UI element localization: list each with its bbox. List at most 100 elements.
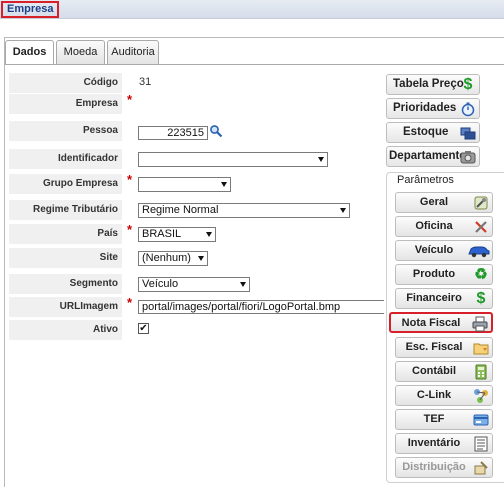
oficina-label: Oficina bbox=[415, 220, 453, 232]
segmento-label: Segmento bbox=[9, 274, 122, 294]
grupo-empresa-select[interactable] bbox=[138, 177, 231, 192]
veiculo-button[interactable]: Veículo bbox=[395, 240, 493, 261]
car-icon bbox=[467, 243, 491, 259]
pais-label: País bbox=[9, 224, 122, 244]
row-empresa: Empresa * bbox=[9, 92, 384, 114]
nota-fiscal-label: Nota Fiscal bbox=[401, 317, 461, 329]
esc-fiscal-label: Esc. Fiscal bbox=[405, 341, 463, 353]
codigo-value: 31 bbox=[139, 76, 152, 88]
pessoa-input[interactable]: 223515 bbox=[138, 126, 208, 140]
row-url-imagem: URLImagem * portal/images/portal/fiori/L… bbox=[9, 295, 384, 317]
row-identificador: Identificador bbox=[9, 149, 384, 169]
dollar-icon: $ bbox=[463, 76, 473, 93]
nota-fiscal-button[interactable]: Nota Fiscal bbox=[389, 312, 493, 333]
row-regime-tributario: Regime Tributário Regime Normal bbox=[9, 200, 384, 220]
dollar-icon: $ bbox=[476, 290, 486, 307]
wrench-icon bbox=[473, 219, 489, 235]
produto-button[interactable]: Produto ♻ bbox=[395, 264, 493, 285]
camera-icon bbox=[460, 149, 476, 165]
tab-moeda[interactable]: Moeda bbox=[56, 40, 105, 64]
chevron-down-icon bbox=[198, 256, 204, 261]
estoque-button[interactable]: Estoque bbox=[386, 122, 480, 143]
url-imagem-label: URLImagem bbox=[9, 297, 122, 317]
row-pais: País * BRASIL bbox=[9, 222, 384, 244]
site-label: Site bbox=[9, 248, 122, 268]
identificador-label: Identificador bbox=[9, 149, 122, 169]
estoque-label: Estoque bbox=[403, 126, 449, 138]
tab-divider bbox=[5, 64, 504, 65]
row-codigo: Código 31 bbox=[9, 73, 384, 93]
row-ativo: Ativo ✔ bbox=[9, 320, 384, 340]
distribuicao-label: Distribuição bbox=[402, 461, 466, 473]
network-icon bbox=[473, 388, 489, 404]
esc-fiscal-button[interactable]: Esc. Fiscal bbox=[395, 337, 493, 358]
c-link-label: C-Link bbox=[416, 389, 452, 401]
ativo-label: Ativo bbox=[9, 320, 122, 340]
chevron-down-icon bbox=[240, 282, 246, 287]
calculator-icon bbox=[473, 364, 489, 380]
regime-tributario-select[interactable]: Regime Normal bbox=[138, 203, 350, 218]
financeiro-button[interactable]: Financeiro $ bbox=[395, 288, 493, 309]
chevron-down-icon bbox=[221, 182, 227, 187]
row-grupo-empresa: Grupo Empresa * bbox=[9, 172, 384, 194]
veiculo-label: Veículo bbox=[414, 244, 454, 256]
folder-icon bbox=[473, 340, 489, 356]
distribution-icon bbox=[473, 460, 489, 476]
tef-label: TEF bbox=[423, 413, 445, 425]
tab-auditoria[interactable]: Auditoria bbox=[107, 40, 159, 64]
pais-value: BRASIL bbox=[142, 228, 182, 240]
page-title: Empresa bbox=[1, 1, 60, 18]
inventario-label: Inventário bbox=[407, 437, 461, 449]
departamento-button[interactable]: Departamento bbox=[386, 146, 480, 167]
required-marker: * bbox=[127, 92, 133, 107]
tabela-preco-button[interactable]: Tabela Preço $ bbox=[386, 74, 480, 95]
stack-icon bbox=[460, 125, 476, 141]
tab-dados[interactable]: Dados bbox=[5, 40, 54, 65]
departamento-label: Departamento bbox=[389, 150, 467, 162]
inventario-button[interactable]: Inventário bbox=[395, 433, 493, 454]
tools-icon bbox=[473, 195, 489, 211]
url-imagem-input[interactable]: portal/images/portal/fiori/LogoPortal.bm… bbox=[138, 300, 384, 314]
required-marker: * bbox=[127, 172, 133, 187]
search-icon[interactable] bbox=[209, 124, 223, 138]
required-marker: * bbox=[127, 295, 133, 310]
pais-select[interactable]: BRASIL bbox=[138, 227, 216, 242]
geral-label: Geral bbox=[419, 196, 449, 208]
segmento-value: Veículo bbox=[142, 278, 179, 290]
identificador-select[interactable] bbox=[138, 152, 328, 167]
site-select[interactable]: (Nenhum) bbox=[138, 251, 208, 266]
prioridades-label: Prioridades bbox=[393, 102, 457, 114]
chevron-down-icon bbox=[318, 157, 324, 162]
row-segmento: Segmento Veículo bbox=[9, 274, 384, 294]
row-site: Site (Nenhum) bbox=[9, 248, 384, 268]
grupo-empresa-label: Grupo Empresa bbox=[9, 174, 122, 194]
produto-label: Produto bbox=[412, 268, 456, 280]
site-value: (Nenhum) bbox=[142, 252, 191, 264]
segmento-select[interactable]: Veículo bbox=[138, 277, 250, 292]
oficina-button[interactable]: Oficina bbox=[395, 216, 493, 237]
empresa-label: Empresa bbox=[9, 94, 122, 114]
chevron-down-icon bbox=[340, 208, 346, 213]
recycle-icon: ♻ bbox=[474, 266, 488, 283]
stopwatch-icon bbox=[460, 101, 476, 117]
codigo-label: Código bbox=[9, 73, 122, 93]
chevron-down-icon bbox=[206, 232, 212, 237]
row-pessoa: Pessoa 223515 bbox=[9, 121, 384, 141]
prioridades-button[interactable]: Prioridades bbox=[386, 98, 480, 119]
tef-button[interactable]: TEF bbox=[395, 409, 493, 430]
c-link-button[interactable]: C-Link bbox=[395, 385, 493, 406]
card-icon bbox=[473, 412, 489, 428]
tabela-preco-label: Tabela Preço bbox=[393, 78, 464, 90]
title-bar: Empresa bbox=[0, 0, 504, 19]
parametros-title: Parâmetros bbox=[397, 174, 454, 186]
required-marker: * bbox=[127, 222, 133, 237]
regime-tributario-label: Regime Tributário bbox=[9, 200, 122, 220]
distribuicao-button[interactable]: Distribuição bbox=[395, 457, 493, 478]
regime-tributario-value: Regime Normal bbox=[142, 204, 219, 216]
printer-icon bbox=[472, 316, 488, 332]
contabil-button[interactable]: Contábil bbox=[395, 361, 493, 382]
geral-button[interactable]: Geral bbox=[395, 192, 493, 213]
list-icon bbox=[473, 436, 489, 452]
ativo-checkbox[interactable]: ✔ bbox=[138, 323, 149, 334]
contabil-label: Contábil bbox=[412, 365, 456, 377]
